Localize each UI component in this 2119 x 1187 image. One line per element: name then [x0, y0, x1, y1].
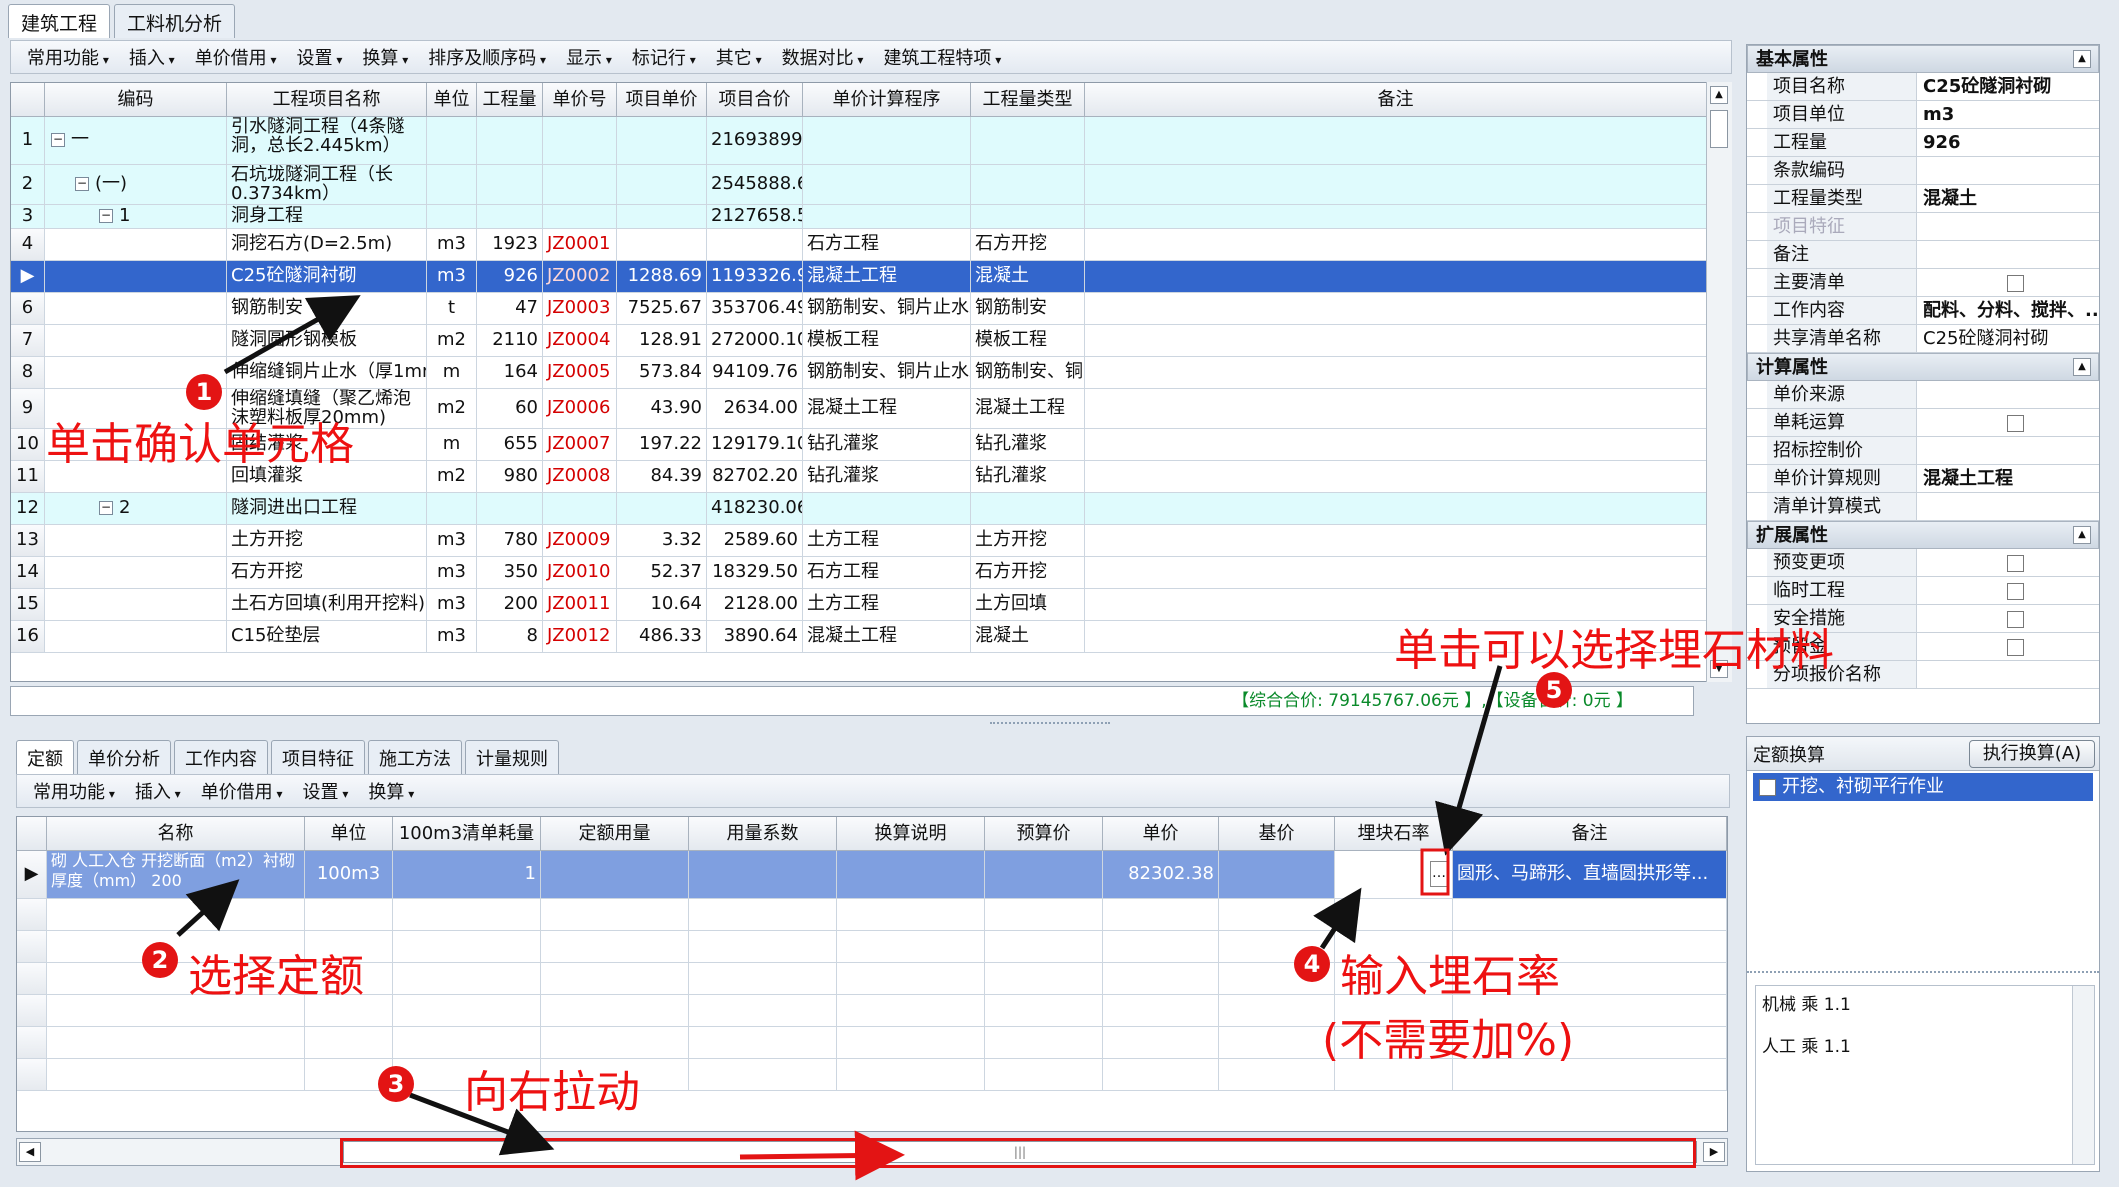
badge-1: 1 — [186, 374, 222, 410]
badge-2: 2 — [142, 942, 178, 978]
annotation-4-text: 输入埋石率 — [1340, 951, 1560, 1002]
arrow-2 — [176, 879, 240, 937]
annotation-5-text: 单击可以选择埋石材料 — [1394, 625, 1834, 676]
annotation-1-text: 单击确认单元格 — [46, 419, 354, 470]
annotation-2-text: 选择定额 — [188, 951, 364, 1002]
app-window: 建筑工程 工料机分析 常用功能插入单价借用设置换算排序及顺序码显示标记行其它数据… — [0, 0, 2119, 1187]
arrow-5 — [1435, 665, 1503, 856]
annotation-3-text: 向右拉动 — [464, 1067, 640, 1118]
ellipsis-highlight — [1420, 848, 1450, 896]
arrow-3-red — [739, 1130, 905, 1181]
badge-3: 3 — [378, 1066, 414, 1102]
annotation-arrows — [176, 295, 1503, 1181]
annotation-4-subtext: (不需要加%) — [1322, 1015, 1575, 1066]
badge-4: 4 — [1294, 946, 1330, 982]
badge-5: 5 — [1536, 672, 1572, 708]
arrow-1 — [223, 295, 361, 375]
